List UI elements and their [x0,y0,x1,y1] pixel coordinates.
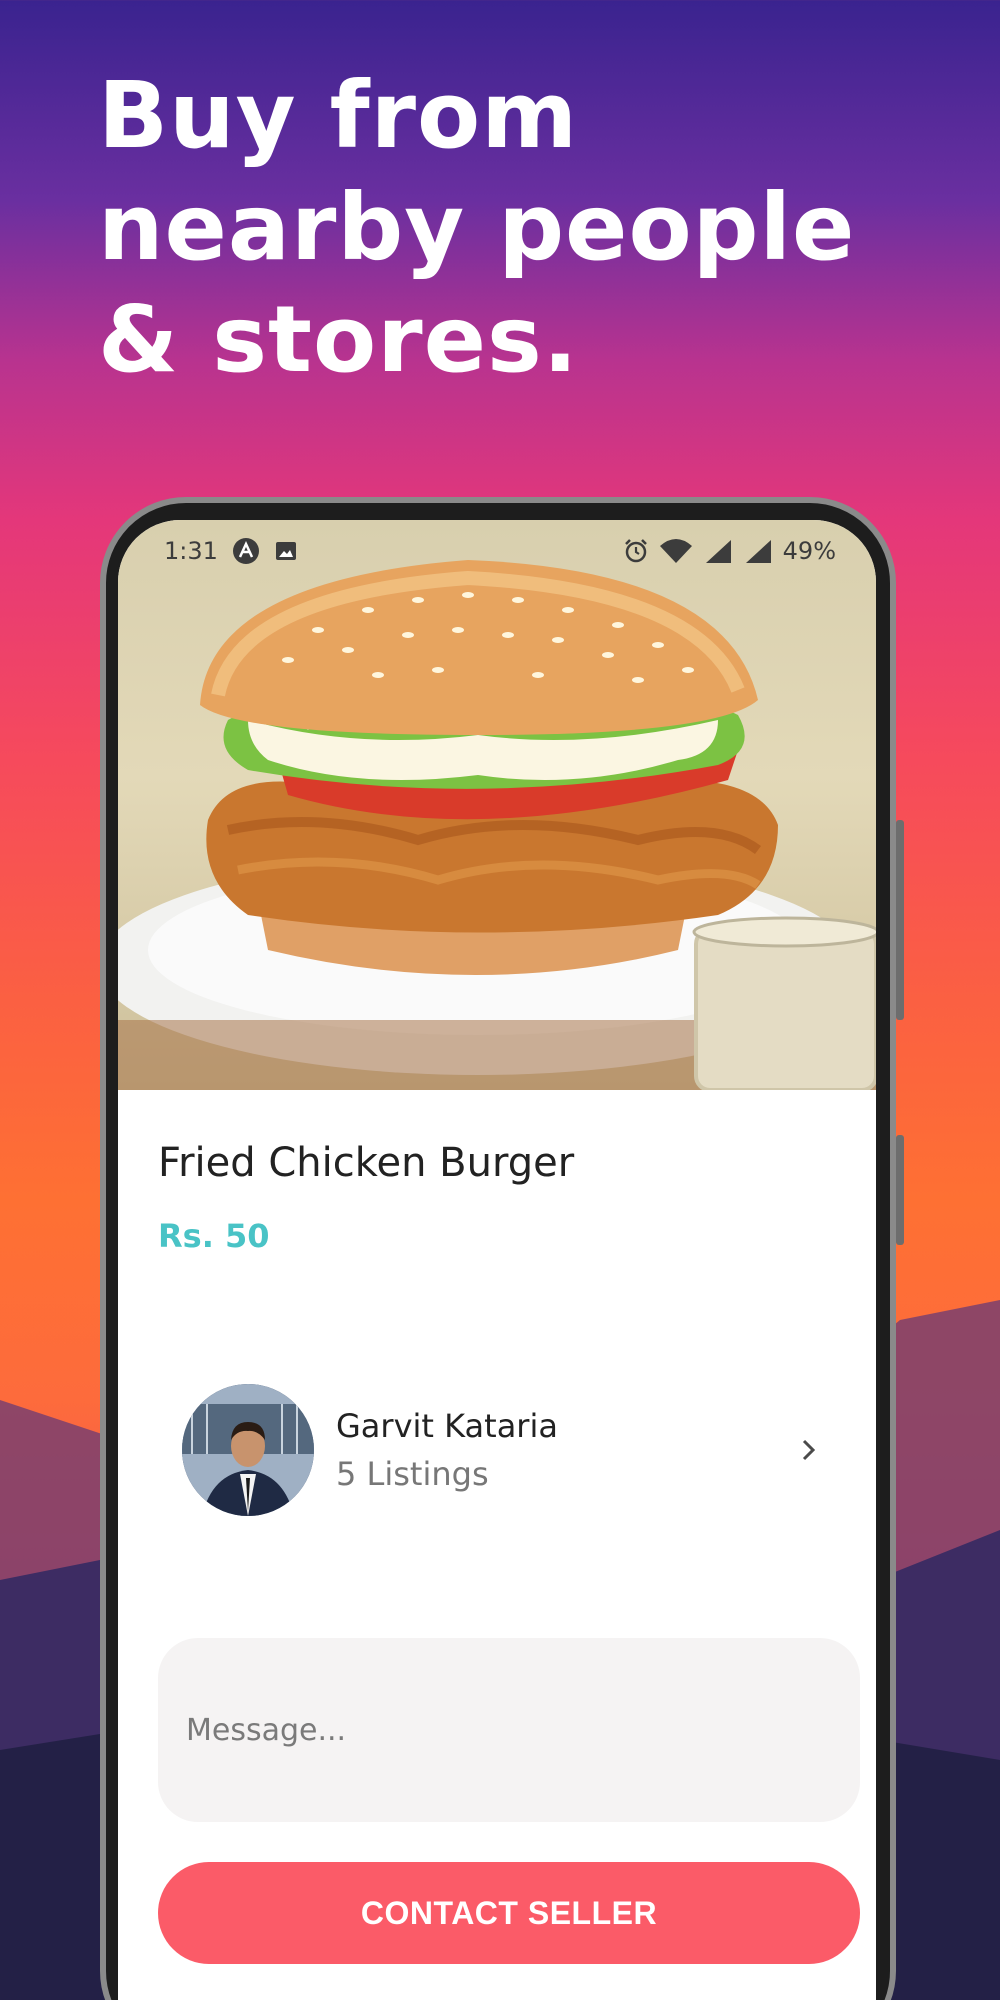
signal-icon [705,540,731,563]
seller-listings-count: 5 Listings [336,1455,489,1493]
status-bar: 1:31 49% [118,520,876,582]
seller-info: Garvit Kataria 5 Listings [336,1407,558,1493]
phone-side-button [896,820,904,1020]
signal-icon [745,540,771,563]
wifi-icon [659,539,692,563]
hero-title: Buy from nearby people & stores. [98,62,856,393]
phone-screen: 1:31 49% Fried Chicken Burger Rs. 50 Gar… [118,520,876,2000]
image-notification-icon [275,542,296,560]
avatar-photo-icon [182,1384,314,1516]
seller-row[interactable]: Garvit Kataria 5 Listings [182,1380,852,1520]
burger-photo-icon [118,560,876,1092]
product-title: Fried Chicken Burger [158,1140,575,1186]
message-input[interactable] [158,1638,860,1822]
product-price: Rs. 50 [158,1217,270,1255]
seller-name: Garvit Kataria [336,1407,558,1445]
avatar [182,1384,314,1516]
app-notification-icon [232,538,259,564]
product-image [118,520,876,1092]
phone-side-button [896,1135,904,1245]
contact-seller-button[interactable]: CONTACT SELLER [158,1862,860,1964]
chevron-right-icon[interactable] [796,1437,822,1463]
status-time: 1:31 [164,537,218,565]
alarm-icon [624,539,647,563]
battery-percent: 49% [782,537,836,565]
